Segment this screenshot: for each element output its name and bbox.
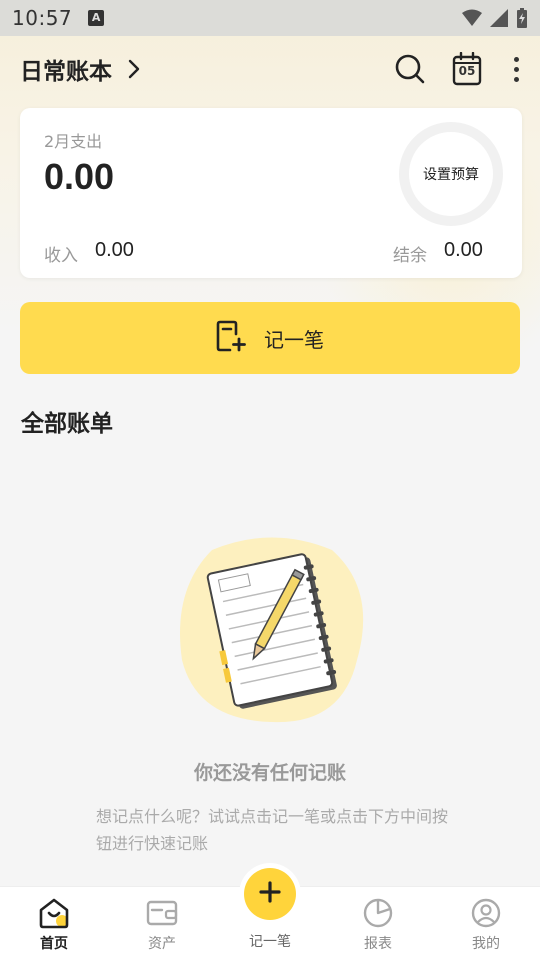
record-entry-button[interactable]: 记一笔: [20, 302, 520, 374]
profile-icon: [470, 897, 502, 929]
record-entry-label: 记一笔: [264, 327, 324, 352]
nav-label-profile: 我的: [472, 936, 500, 952]
calendar-day: 05: [458, 64, 476, 78]
signal-icon: [490, 9, 508, 27]
income-value: 0.00: [95, 239, 134, 261]
monthly-summary-card[interactable]: 2月支出 0.00 设置预算 收入 0.00 结余 0.00: [20, 108, 522, 278]
pie-chart-icon: [362, 897, 394, 929]
status-bar: 10:57 A: [0, 0, 540, 36]
nav-item-profile[interactable]: 我的: [432, 887, 540, 960]
nav-label-assets: 资产: [148, 936, 176, 952]
status-time: 10:57: [12, 6, 73, 30]
battery-icon: [517, 8, 527, 28]
budget-ring[interactable]: 设置预算: [399, 122, 503, 226]
book-title[interactable]: 日常账本: [20, 52, 112, 86]
notification-icon: A: [88, 10, 105, 26]
expense-amount: 0.00: [44, 156, 115, 197]
nav-label-record: 记一笔: [249, 934, 291, 950]
note-add-icon: [216, 320, 246, 356]
all-bills-title: 全部账单: [21, 411, 113, 437]
nav-label-home: 首页: [40, 936, 68, 952]
status-indicators: [462, 8, 528, 28]
month-expense-label: 2月支出: [44, 132, 103, 151]
home-icon: [38, 897, 70, 929]
empty-state-title: 你还没有任何记账: [193, 762, 346, 784]
chevron-right-icon[interactable]: [128, 59, 140, 79]
quick-record-fab[interactable]: [244, 868, 296, 920]
header-actions: 05: [394, 52, 520, 86]
empty-state-hint: 想记点什么呢？试试点击记一笔或点击下方中间按钮进行快速记账: [96, 807, 449, 853]
app-header: 日常账本 05: [0, 36, 540, 102]
income-label: 收入: [44, 246, 78, 266]
wifi-icon: [462, 9, 482, 26]
search-icon[interactable]: [394, 53, 426, 85]
set-budget-label: 设置预算: [423, 167, 479, 183]
calendar-icon[interactable]: 05: [452, 52, 482, 86]
nav-item-reports[interactable]: 报表: [324, 887, 432, 960]
balance-value: 0.00: [444, 239, 483, 261]
wallet-icon: [146, 897, 178, 929]
balance-label: 结余: [393, 246, 427, 266]
plus-icon: [259, 881, 281, 907]
nav-label-reports: 报表: [364, 936, 392, 952]
notebook-illustration: [172, 530, 372, 730]
nav-item-home[interactable]: 首页: [0, 887, 108, 960]
nav-item-assets[interactable]: 资产: [108, 887, 216, 960]
more-options-icon[interactable]: [512, 56, 520, 82]
